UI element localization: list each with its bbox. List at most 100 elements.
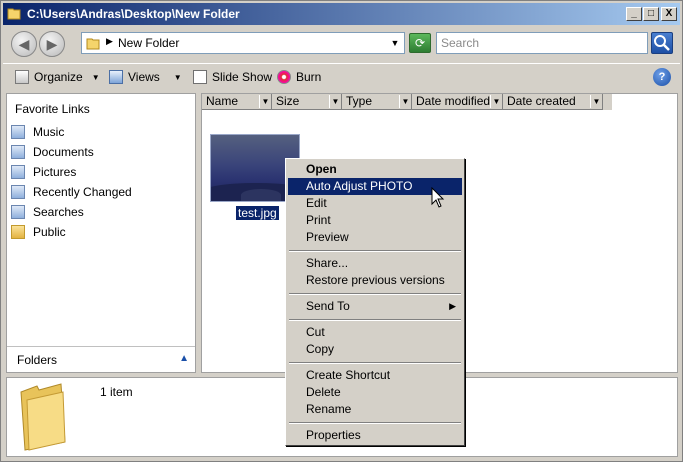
- chevron-down-icon: ▼: [173, 72, 182, 82]
- search-icon: [654, 35, 670, 51]
- close-button[interactable]: X: [661, 7, 677, 21]
- menu-item-create-shortcut[interactable]: Create Shortcut: [288, 367, 462, 384]
- sidebar-item-label: Pictures: [33, 165, 77, 179]
- forward-button[interactable]: ▶: [39, 31, 65, 57]
- chevron-down-icon[interactable]: ▼: [590, 95, 602, 108]
- chevron-down-icon: ▼: [91, 72, 100, 82]
- file-name[interactable]: test.jpg: [236, 206, 279, 220]
- organize-label: Organize: [34, 70, 83, 84]
- window-title: C:\Users\Andras\Desktop\New Folder: [27, 7, 240, 21]
- sidebar-item-label: Music: [33, 125, 65, 139]
- column-header-type[interactable]: Type ▼: [342, 94, 412, 110]
- column-header-label: Date modified: [416, 94, 491, 108]
- menu-item-delete[interactable]: Delete: [288, 384, 462, 401]
- sidebar-item-music[interactable]: Music: [9, 122, 132, 142]
- searches-icon: [11, 205, 25, 219]
- menu-item-share[interactable]: Share...: [288, 255, 462, 272]
- column-header-label: Name: [206, 94, 239, 108]
- menu-separator: [288, 358, 462, 367]
- title-bar[interactable]: C:\Users\Andras\Desktop\New Folder _ □ X: [3, 3, 680, 25]
- column-header-label: Size: [276, 94, 300, 108]
- sidebar-item-pictures[interactable]: Pictures: [9, 162, 132, 182]
- column-header-date-modified[interactable]: Date modified ▼: [412, 94, 503, 110]
- burn-label: Burn: [296, 70, 322, 84]
- menu-separator: [288, 315, 462, 324]
- burn-icon: [277, 70, 291, 84]
- chevron-down-icon[interactable]: ▼: [329, 95, 341, 108]
- column-header-size[interactable]: Size ▼: [272, 94, 342, 110]
- thumbnail-hill: [241, 189, 281, 201]
- sidebar-item-searches[interactable]: Searches: [9, 202, 132, 222]
- sidebar-item-label: Recently Changed: [33, 185, 132, 199]
- refresh-button[interactable]: ⟳: [409, 33, 431, 53]
- favorite-links-heading: Favorite Links: [15, 102, 90, 116]
- views-icon: [109, 70, 123, 84]
- menu-separator: [288, 289, 462, 298]
- search-input[interactable]: [441, 36, 643, 50]
- sidebar-item-label: Documents: [33, 145, 94, 159]
- command-bar: Organize ▼ Views ▼ Slide Show Burn ?: [3, 63, 680, 89]
- menu-item-restore-previous-versions[interactable]: Restore previous versions: [288, 272, 462, 289]
- folders-label: Folders: [17, 353, 58, 367]
- slideshow-button[interactable]: Slide Show: [193, 69, 272, 85]
- column-header-date-created[interactable]: Date created ▼: [503, 94, 603, 110]
- menu-item-label: Send To: [306, 299, 350, 313]
- views-button[interactable]: Views ▼: [109, 69, 182, 85]
- recently-changed-icon: [11, 185, 25, 199]
- menu-separator: [288, 246, 462, 255]
- chevron-up-icon: ▲: [179, 353, 189, 364]
- column-header-label: Type: [346, 94, 373, 108]
- address-row: ◀ ▶ ▶ New Folder ▼ ⟳: [3, 27, 680, 61]
- search-box[interactable]: [436, 32, 648, 54]
- minimize-button[interactable]: _: [626, 7, 642, 21]
- folders-toggle[interactable]: Folders ▲: [7, 346, 195, 372]
- menu-item-properties[interactable]: Properties: [288, 427, 462, 444]
- submenu-arrow-icon: ▶: [449, 301, 456, 311]
- breadcrumb[interactable]: New Folder: [118, 36, 179, 50]
- documents-icon: [11, 145, 25, 159]
- views-label: Views: [128, 70, 160, 84]
- burn-button[interactable]: Burn: [277, 69, 321, 85]
- menu-item-cut[interactable]: Cut: [288, 324, 462, 341]
- menu-item-copy[interactable]: Copy: [288, 341, 462, 358]
- menu-item-rename[interactable]: Rename: [288, 401, 462, 418]
- back-button[interactable]: ◀: [11, 31, 37, 57]
- menu-item-send-to[interactable]: Send To ▶: [288, 298, 462, 315]
- chevron-down-icon[interactable]: ▼: [399, 95, 411, 108]
- chevron-down-icon[interactable]: ▼: [490, 95, 502, 108]
- favorite-links-list: Music Documents Pictures Recently Change…: [9, 122, 132, 242]
- organize-button[interactable]: Organize ▼: [15, 69, 100, 85]
- explorer-window: C:\Users\Andras\Desktop\New Folder _ □ X…: [0, 0, 683, 462]
- folder-icon: [11, 225, 25, 239]
- address-bar[interactable]: ▶ New Folder ▼: [81, 32, 405, 54]
- sidebar-item-documents[interactable]: Documents: [9, 142, 132, 162]
- navigation-pane: Favorite Links Music Documents Pictures …: [6, 93, 196, 373]
- search-button[interactable]: [651, 32, 673, 54]
- menu-item-print[interactable]: Print: [288, 212, 462, 229]
- sidebar-item-label: Public: [33, 225, 66, 239]
- organize-icon: [15, 70, 29, 84]
- folder-icon: [7, 8, 21, 20]
- sidebar-item-label: Searches: [33, 205, 84, 219]
- sidebar-item-public[interactable]: Public: [9, 222, 132, 242]
- folder-icon: [86, 38, 100, 50]
- item-count: 1 item: [100, 385, 133, 399]
- menu-item-preview[interactable]: Preview: [288, 229, 462, 246]
- help-button[interactable]: ?: [653, 68, 671, 86]
- pictures-icon: [11, 165, 25, 179]
- column-header-label: Date created: [507, 94, 576, 108]
- slideshow-label: Slide Show: [212, 70, 273, 84]
- music-icon: [11, 125, 25, 139]
- folder-icon: [20, 383, 66, 451]
- maximize-button[interactable]: □: [643, 7, 659, 21]
- sidebar-item-recently-changed[interactable]: Recently Changed: [9, 182, 132, 202]
- chevron-down-icon[interactable]: ▼: [259, 95, 271, 108]
- chevron-down-icon[interactable]: ▼: [388, 35, 402, 51]
- column-headers: Name ▼ Size ▼ Type ▼ Date modified ▼ Dat…: [202, 94, 612, 110]
- slideshow-icon: [193, 70, 207, 84]
- column-header-name[interactable]: Name ▼: [202, 94, 272, 110]
- menu-separator: [288, 418, 462, 427]
- mouse-cursor-icon: [431, 187, 445, 208]
- breadcrumb-arrow-icon[interactable]: ▶: [106, 36, 113, 47]
- menu-item-open[interactable]: Open: [288, 161, 462, 178]
